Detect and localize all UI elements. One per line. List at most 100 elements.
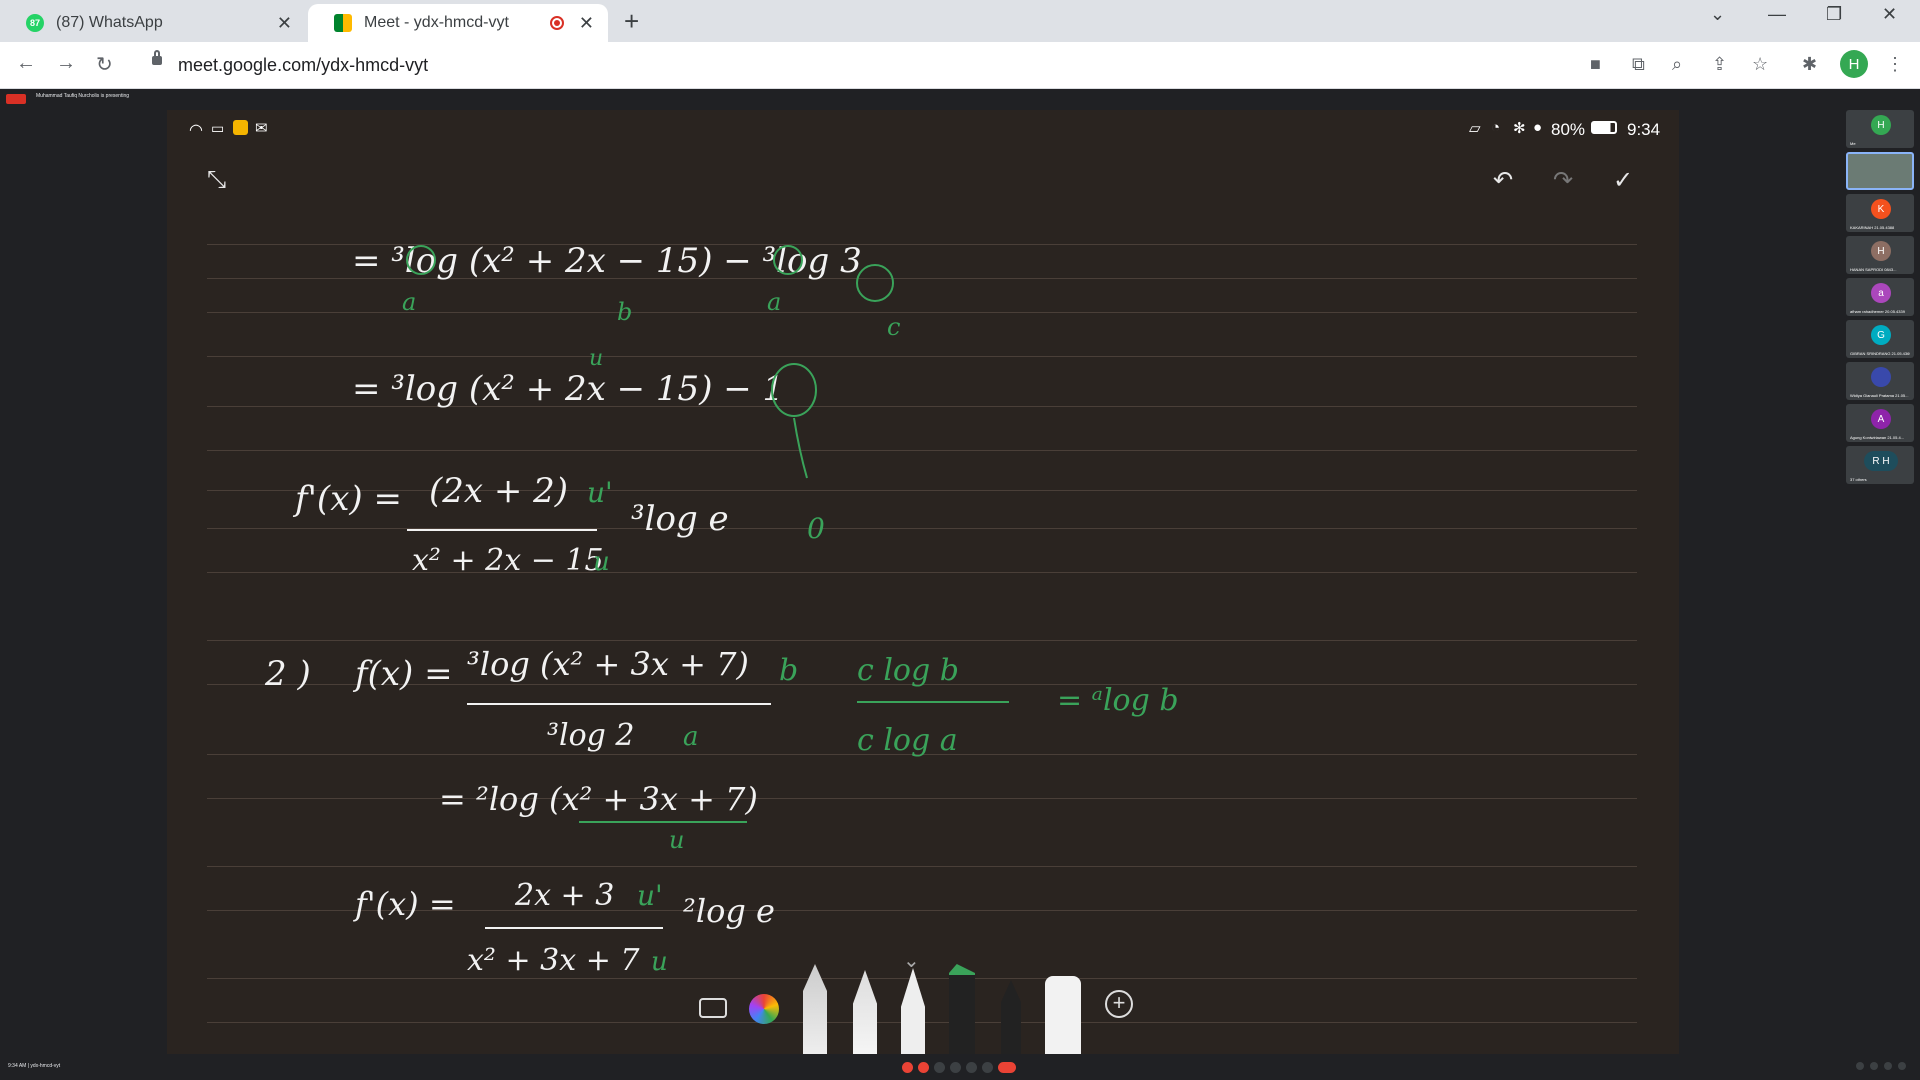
problem2-simplified: = ²log (x² + 3x + 7) [439,780,758,818]
participant-tile[interactable]: K KAKARINAH 21.05.4388 [1846,194,1914,232]
menu-icon[interactable]: ⋮ [1886,54,1904,75]
avatar [1871,367,1891,387]
avatar: H [1871,241,1891,261]
whatsapp-icon: 87 [26,14,44,32]
participant-tile[interactable]: A Agung Koniwiriawan 21.05.4... [1846,404,1914,442]
problem2-den: ³log 2 [547,718,635,753]
tab-whatsapp[interactable]: 87 (87) WhatsApp ✕ [0,4,306,42]
participant-name: GIBRAN SRINDRANG 21.05.4369 [1850,351,1910,356]
participant-tile[interactable]: H Me [1846,110,1914,148]
back-icon[interactable]: ← [16,52,36,75]
captions-icon[interactable] [934,1062,945,1073]
deriv1-u: u [593,547,610,577]
url-text: meet.google.com/ydx-hmcd-vyt [178,55,429,75]
activities-icon[interactable] [1898,1062,1906,1070]
profile-avatar[interactable]: H [1840,50,1868,78]
open-external-icon[interactable]: ⧉ [1632,54,1645,75]
participant-tile[interactable]: G GIBRAN SRINDRANG 21.05.4369 [1846,320,1914,358]
avatar: a [1871,283,1891,303]
forward-icon[interactable]: → [56,52,76,75]
arrow-line [793,417,808,479]
participant-tile-video[interactable] [1846,152,1914,190]
deriv1-uprime: u' [587,476,613,509]
close-window-button[interactable]: ✕ [1882,4,1897,25]
info-icon[interactable] [1856,1062,1864,1070]
participant-tile[interactable]: a afham rahadhemer 20.05.4339 [1846,278,1914,316]
tab-meet[interactable]: Meet - ydx-hmcd-vyt ✕ [308,4,608,42]
highlighter-icon[interactable] [949,964,975,1054]
google-meet-icon [334,14,352,32]
tab-title: (87) WhatsApp [56,14,163,31]
toolbar-collapse-chevron-icon[interactable]: ⌄ [903,948,920,973]
presenting-strip: Muhammad Taufiq Nurcholis is presenting [0,89,1920,107]
label-a: a [402,288,416,316]
deriv1-num: (2x + 2) [429,471,568,511]
deriv1-tail: ³log e [631,499,729,539]
address-bar[interactable]: meet.google.com/ydx-hmcd-vyt [140,48,1560,82]
color-picker-icon[interactable] [749,994,779,1024]
meeting-info: 9:34 AM | ydx-hmcd-vyt [8,1063,61,1069]
new-tab-button[interactable]: + [624,6,639,37]
deriv2-tail: ²log e [683,892,775,930]
participant-name: HANAN SAPRODI 0843... [1850,267,1897,272]
line2-label: u [589,346,603,371]
recording-icon [550,16,564,30]
participant-name: Agung Koniwiriawan 21.05.4... [1850,435,1905,440]
line2-text: = ³log (x² + 2x − 15) − 1 [352,369,784,409]
shared-screen: ◠ ▭ ✉ ▱ ◔ ✻ ● 80% 9:34 ⤡ ↶ ↷ ✓ = ³log (x… [167,110,1679,1054]
mic-off-icon[interactable] [902,1062,913,1073]
keyboard-icon[interactable] [699,998,727,1018]
bookmark-star-icon[interactable]: ☆ [1752,54,1768,75]
presenter-text: Muhammad Taufiq Nurcholis is presenting [36,93,130,99]
add-icon[interactable]: + [1105,990,1133,1018]
pencil-icon[interactable] [803,964,827,1054]
rule-rhs: = ᵃlog b [1057,683,1179,718]
share-icon[interactable]: ⇪ [1712,54,1727,75]
raise-hand-icon[interactable] [950,1062,961,1073]
participant-tile-others[interactable]: R H 37 others [1846,446,1914,484]
close-tab-icon[interactable]: ✕ [277,13,292,34]
leave-call-button[interactable] [998,1062,1016,1073]
camera-icon[interactable]: ■ [1590,54,1601,75]
present-icon[interactable] [966,1062,977,1073]
problem2-a: a [683,722,699,752]
problem2-b: b [779,653,798,688]
problem2-u: u [669,826,684,854]
rule-num: c log b [857,653,959,688]
participant-tile[interactable]: Widiya Gianauli Pratama 21.05... [1846,362,1914,400]
minimize-button[interactable]: — [1768,4,1786,25]
problem2-lhs: f(x) = [352,654,453,694]
label-b: b [617,298,632,326]
more-options-icon[interactable] [982,1062,993,1073]
eraser-icon[interactable] [1045,976,1081,1054]
participant-name: KAKARINAH 21.05.4388 [1850,225,1895,230]
browser-toolbar: ← → ↻ meet.google.com/ydx-hmcd-vyt ■ ⧉ ⌕… [0,42,1920,89]
zoom-icon[interactable]: ⌕ [1672,54,1682,75]
tab-title: Meet - ydx-hmcd-vyt [364,14,509,31]
people-icon[interactable] [1870,1062,1878,1070]
problem2-num: ³log (x² + 3x + 7) [467,645,749,683]
avatar: G [1871,325,1891,345]
participant-name: Me [1850,141,1856,146]
close-tab-icon[interactable]: ✕ [579,13,594,34]
label-c: c [887,313,900,341]
fountain-pen-icon[interactable] [853,970,877,1054]
deriv1-den: x² + 2x − 15 [412,543,604,578]
tab-search-icon[interactable]: ⌄ [1710,4,1725,25]
zero-label: 0 [807,512,825,545]
meet-control-bar: 9:34 AM | ydx-hmcd-vyt [0,1054,1920,1080]
calligraphy-icon[interactable] [1001,980,1021,1054]
camera-off-icon[interactable] [918,1062,929,1073]
participants-panel: H Me K KAKARINAH 21.05.4388 H HANAN SAPR… [1846,110,1916,488]
deriv2-uprime: u' [637,879,663,912]
deriv2-num: 2x + 3 [514,878,614,913]
participant-tile[interactable]: H HANAN SAPRODI 0843... [1846,236,1914,274]
tab-strip: 87 (87) WhatsApp ✕ Meet - ydx-hmcd-vyt ✕… [0,0,1920,42]
marker-icon[interactable] [901,968,925,1054]
avatar-group: R H [1864,451,1898,471]
restore-button[interactable]: ❐ [1826,4,1842,25]
extensions-icon[interactable]: ✱ [1802,54,1817,75]
reload-icon[interactable]: ↻ [96,52,113,77]
deriv1-lhs: f'(x) = [292,479,402,519]
chat-icon[interactable] [1884,1062,1892,1070]
